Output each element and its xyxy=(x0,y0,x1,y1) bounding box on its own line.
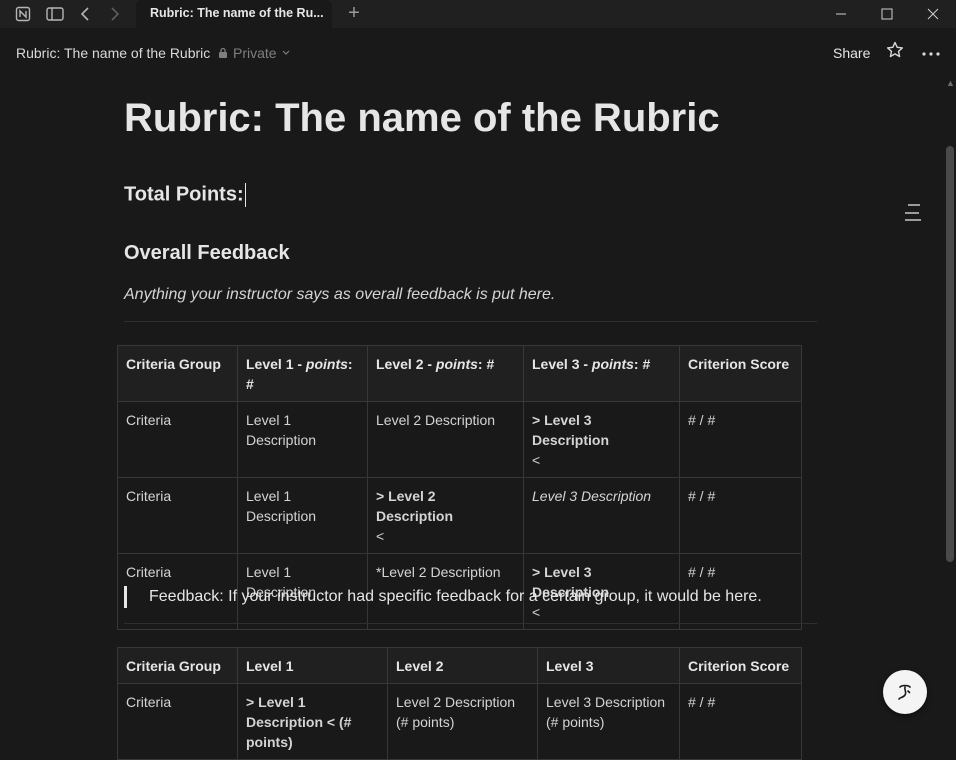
text-cursor xyxy=(244,183,246,207)
new-tab-button[interactable]: + xyxy=(342,2,366,26)
page-title[interactable]: Rubric: The name of the Rubric xyxy=(124,96,720,141)
selected-level-text: > Level 2 Description xyxy=(376,488,454,524)
header-level-3[interactable]: Level 3 - points: # xyxy=(523,345,680,402)
header-criteria-group[interactable]: Criteria Group xyxy=(117,647,238,684)
header-criterion-score[interactable]: Criterion Score xyxy=(679,647,802,684)
table-header-row: Criteria Group Level 1 Level 2 Level 3 C… xyxy=(117,647,802,684)
group-feedback-text: Feedback: If your instructor had specifi… xyxy=(149,588,762,605)
window-titlebar: Rubric: The name of the Ru... + xyxy=(0,0,956,28)
lock-icon xyxy=(219,47,227,58)
table-cell[interactable]: Level 1 Description xyxy=(237,401,368,478)
header-level-3[interactable]: Level 3 xyxy=(537,647,680,684)
table-cell[interactable]: Criteria xyxy=(117,477,238,554)
privacy-label: Private xyxy=(233,45,277,61)
close-button[interactable] xyxy=(910,0,956,28)
privacy-selector[interactable]: Private xyxy=(218,45,290,61)
table-cell[interactable]: Level 3 Description xyxy=(523,477,680,554)
favorite-star-icon[interactable] xyxy=(884,41,906,63)
table-of-contents-icon[interactable] xyxy=(905,203,923,223)
header-level-1[interactable]: Level 1 - points: # xyxy=(237,345,368,402)
rubric-table-2: Criteria Group Level 1 Level 2 Level 3 C… xyxy=(117,647,802,760)
table-row: Criteria > Level 1 Description < (# poin… xyxy=(117,683,802,760)
table-cell[interactable]: Level 1 Description xyxy=(237,477,368,554)
page-topbar: Rubric: The name of the Rubric Private S… xyxy=(0,28,956,78)
header-text: Level 1 - xyxy=(246,356,306,372)
header-level-2[interactable]: Level 2 - points: # xyxy=(367,345,524,402)
table-row: Criteria Level 1 Description Level 2 Des… xyxy=(117,401,802,478)
group-feedback-quote[interactable]: Feedback: If your instructor had specifi… xyxy=(124,586,804,608)
cell-text: < xyxy=(532,452,541,468)
table-cell[interactable]: Criteria xyxy=(117,683,238,760)
table-cell[interactable]: # / # xyxy=(679,683,802,760)
overall-feedback-text[interactable]: Anything your instructor says as overall… xyxy=(124,286,555,304)
total-points-label: Total Points: xyxy=(124,183,244,206)
table-cell[interactable]: # / # xyxy=(679,477,802,554)
table-cell[interactable]: Level 2 Description xyxy=(367,401,524,478)
scroll-up-arrow-icon[interactable]: ▲ xyxy=(946,78,955,88)
total-points-heading[interactable]: Total Points: xyxy=(124,183,246,207)
table-cell[interactable]: > Level 1 Description < (# points) xyxy=(237,683,388,760)
forward-arrow-icon[interactable] xyxy=(104,4,126,24)
table-cell[interactable]: Criteria xyxy=(117,401,238,478)
header-criteria-group[interactable]: Criteria Group xyxy=(117,345,238,402)
share-button[interactable]: Share xyxy=(833,45,870,61)
tab-title: Rubric: The name of the Ru... xyxy=(150,6,324,20)
vertical-scrollbar[interactable]: ▲ xyxy=(944,78,956,742)
overall-feedback-heading[interactable]: Overall Feedback xyxy=(124,242,290,265)
divider xyxy=(124,321,817,322)
header-text: Level 2 - xyxy=(376,356,436,372)
active-tab[interactable]: Rubric: The name of the Ru... xyxy=(136,0,332,28)
header-text: points xyxy=(591,356,634,372)
table-cell[interactable]: > Level 2 Description < xyxy=(367,477,524,554)
table-cell[interactable]: > Level 3 Description < xyxy=(523,401,680,478)
chevron-down-icon xyxy=(282,50,290,55)
header-text: : # xyxy=(477,356,495,372)
minimize-button[interactable] xyxy=(818,0,864,28)
back-arrow-icon[interactable] xyxy=(74,4,96,24)
header-criterion-score[interactable]: Criterion Score xyxy=(679,345,802,402)
header-text: Level 3 - xyxy=(532,356,592,372)
selected-level-text: > Level 3 Description xyxy=(532,412,610,448)
scrollbar-thumb[interactable] xyxy=(946,146,954,562)
divider xyxy=(124,623,817,624)
table-row: Criteria Level 1 Description > Level 2 D… xyxy=(117,477,802,554)
quote-bar xyxy=(124,586,127,608)
table-header-row: Criteria Group Level 1 - points: # Level… xyxy=(117,345,802,402)
table-cell[interactable]: Level 2 Description (# points) xyxy=(387,683,538,760)
cell-text: Level 3 Description xyxy=(532,488,652,504)
header-level-1[interactable]: Level 1 xyxy=(237,647,388,684)
more-options-icon[interactable] xyxy=(920,41,942,63)
breadcrumb[interactable]: Rubric: The name of the Rubric xyxy=(16,45,210,61)
notion-ai-face-icon[interactable] xyxy=(883,670,927,714)
header-text: points xyxy=(305,356,348,372)
header-level-2[interactable]: Level 2 xyxy=(387,647,538,684)
header-text: points xyxy=(435,356,478,372)
table-cell[interactable]: Level 3 Description (# points) xyxy=(537,683,680,760)
notion-logo-icon[interactable] xyxy=(12,4,34,24)
table-cell[interactable]: # / # xyxy=(679,401,802,478)
sidebar-toggle-icon[interactable] xyxy=(44,4,66,24)
header-text: : # xyxy=(633,356,651,372)
maximize-button[interactable] xyxy=(864,0,910,28)
cell-text: < xyxy=(376,528,385,544)
